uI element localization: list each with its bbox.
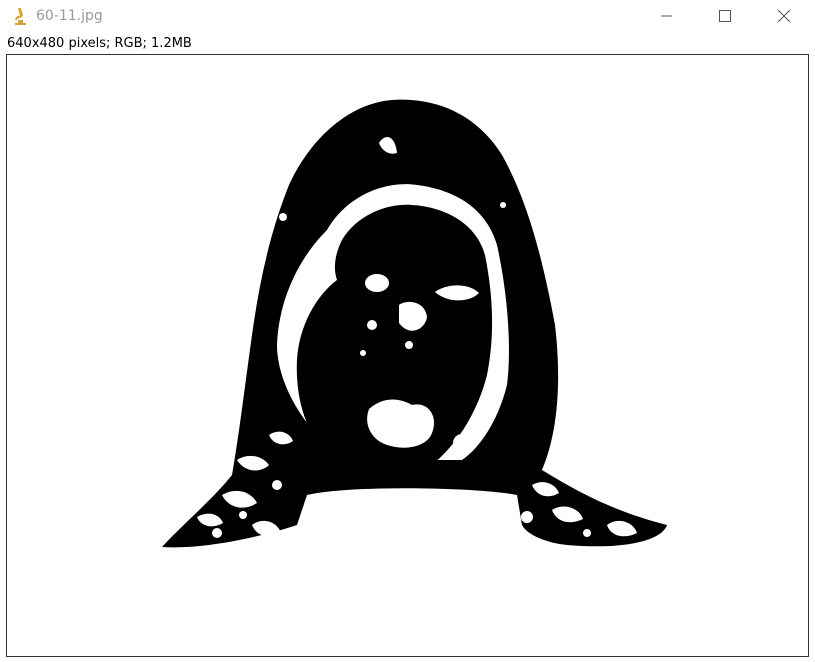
close-button[interactable] (761, 0, 807, 32)
thresholded-face-image (162, 99, 667, 548)
eye-left (365, 274, 389, 292)
image-window: 60-11.jpg 640x480 pixels; RGB; 1.2MB (0, 0, 815, 662)
close-icon (778, 10, 790, 22)
image-canvas[interactable] (6, 54, 809, 657)
chin-spot (453, 434, 471, 452)
neck-area (302, 488, 519, 531)
nostril-left (367, 320, 377, 330)
nostril-right (405, 341, 413, 349)
window-title: 60-11.jpg (36, 8, 103, 24)
hood-dot-right (500, 202, 506, 208)
hood-dot-left (279, 213, 287, 221)
cheek-dot (360, 350, 366, 356)
maximize-button[interactable] (702, 0, 748, 32)
maximize-icon (719, 10, 731, 22)
title-bar[interactable]: 60-11.jpg (0, 0, 815, 34)
minimize-button[interactable] (644, 0, 690, 32)
minimize-icon (661, 10, 673, 22)
microscope-icon[interactable] (12, 6, 28, 26)
image-info-text: 640x480 pixels; RGB; 1.2MB (7, 36, 192, 51)
